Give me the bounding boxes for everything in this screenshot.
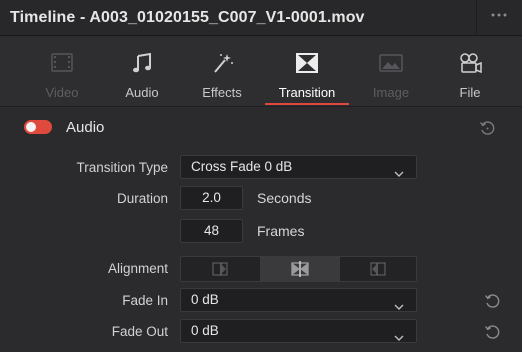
duration-seconds-input[interactable]: 2.0 [180, 186, 243, 210]
section-title: Audio [66, 119, 105, 136]
audio-section-header: Audio [0, 108, 522, 148]
fade-in-value: 0 dB [191, 292, 219, 307]
fade-out-label: Fade Out [111, 324, 168, 339]
magic-wand-icon [208, 51, 236, 75]
align-center-icon [291, 261, 309, 277]
transition-icon [293, 51, 321, 75]
fade-out-reset-icon[interactable] [483, 323, 501, 341]
tab-effects-label: Effects [202, 85, 242, 100]
alignment-label: Alignment [107, 261, 168, 276]
transition-type-label: Transition Type [76, 160, 168, 175]
duration-frames-input[interactable]: 48 [180, 219, 243, 243]
file-projector-icon [456, 51, 484, 75]
fade-out-value: 0 dB [191, 323, 219, 338]
audio-enable-toggle[interactable] [24, 120, 52, 134]
title-bar: Timeline - A003_01020155_C007_V1-0001.mo… [0, 0, 522, 36]
fade-in-dropdown[interactable]: 0 dB [180, 288, 417, 312]
align-center-button[interactable] [261, 257, 340, 281]
transition-type-value: Cross Fade 0 dB [191, 159, 293, 174]
music-note-icon [128, 51, 156, 75]
seconds-unit-label: Seconds [257, 190, 312, 206]
align-end-icon [370, 262, 386, 276]
align-end-button[interactable] [340, 257, 416, 281]
fade-in-reset-icon[interactable] [483, 292, 501, 310]
section-reset-icon[interactable] [478, 119, 496, 137]
tab-effects[interactable]: Effects [181, 37, 263, 107]
alignment-segmented-control [180, 256, 417, 282]
fade-in-label: Fade In [122, 293, 168, 308]
inspector-tabs: Video Audio Effects Transition Image Fil… [0, 37, 522, 107]
chevron-down-icon [394, 163, 404, 177]
fade-out-dropdown[interactable]: 0 dB [180, 319, 417, 343]
tab-image-label: Image [372, 85, 410, 100]
toggle-knob [26, 122, 36, 132]
align-start-icon [212, 262, 228, 276]
align-start-button[interactable] [181, 257, 260, 281]
tab-image[interactable]: Image [350, 37, 432, 107]
active-tab-indicator [265, 103, 349, 105]
transition-type-dropdown[interactable]: Cross Fade 0 dB [180, 155, 417, 179]
chevron-down-icon [394, 327, 404, 341]
ellipsis-icon[interactable] [484, 10, 514, 26]
film-icon [48, 51, 76, 75]
duration-label: Duration [116, 191, 168, 206]
window-title: Timeline - A003_01020155_C007_V1-0001.mo… [10, 9, 365, 26]
tab-video-label: Video [45, 85, 79, 100]
title-divider [476, 0, 477, 36]
tab-file[interactable]: File [429, 37, 511, 107]
tab-audio-label: Audio [125, 85, 159, 100]
tab-file-label: File [459, 85, 481, 100]
image-icon [377, 51, 405, 75]
tab-video[interactable]: Video [21, 37, 103, 107]
tab-transition-label: Transition [278, 85, 336, 100]
chevron-down-icon [394, 296, 404, 310]
tab-transition[interactable]: Transition [259, 37, 355, 107]
frames-unit-label: Frames [257, 223, 305, 239]
tab-audio[interactable]: Audio [101, 37, 183, 107]
